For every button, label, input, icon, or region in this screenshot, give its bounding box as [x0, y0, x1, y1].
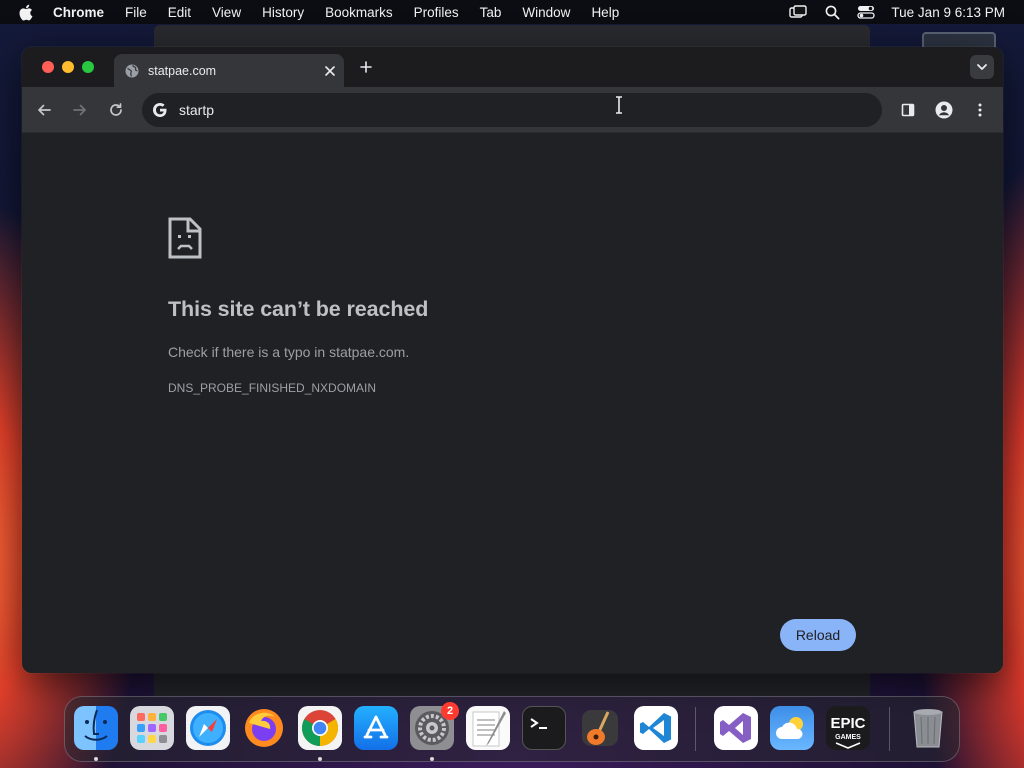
sad-page-icon: [168, 217, 202, 259]
chrome-running-dot: [318, 757, 322, 761]
finder-running-dot: [94, 757, 98, 761]
control-center-icon[interactable]: [855, 0, 877, 24]
tab-strip: statpae.com: [22, 47, 1003, 87]
menu-bar: Chrome File Edit View History Bookmarks …: [0, 0, 1024, 24]
terminal-icon[interactable]: [522, 706, 566, 750]
vscode-icon[interactable]: [634, 706, 678, 750]
tab-search-chevron-icon[interactable]: [970, 55, 994, 79]
launchpad-icon[interactable]: [130, 706, 174, 750]
menu-file[interactable]: File: [125, 5, 147, 20]
menu-history[interactable]: History: [262, 5, 304, 20]
settings-running-dot: [430, 757, 434, 761]
menu-profiles[interactable]: Profiles: [414, 5, 459, 20]
reload-button[interactable]: Reload: [780, 619, 856, 651]
page-content: This site can’t be reached Check if ther…: [22, 133, 1003, 673]
menu-bookmarks[interactable]: Bookmarks: [325, 5, 393, 20]
error-message: Check if there is a typo in statpae.com.: [168, 344, 410, 360]
menu-help[interactable]: Help: [591, 5, 619, 20]
menu-app-name[interactable]: Chrome: [53, 5, 104, 20]
epic-label-line1: EPIC: [830, 715, 865, 732]
google-g-icon: [151, 101, 169, 119]
dock-separator: [695, 707, 696, 751]
text-cursor-icon: [616, 96, 622, 114]
browser-toolbar: startp: [22, 87, 1003, 133]
background-window-bottom: [154, 672, 870, 696]
visual-studio-icon[interactable]: [714, 706, 758, 750]
profile-avatar-icon[interactable]: [934, 100, 954, 120]
safari-icon[interactable]: [186, 706, 230, 750]
chrome-window: statpae.com startp This site can’t be re…: [22, 47, 1003, 673]
settings-notification-badge: 2: [441, 702, 459, 720]
side-panel-icon[interactable]: [898, 100, 918, 120]
tab-title: statpae.com: [148, 63, 217, 78]
trash-icon[interactable]: [906, 706, 950, 750]
globe-icon: [124, 63, 140, 79]
forward-arrow-icon[interactable]: [70, 100, 90, 120]
address-bar-input[interactable]: startp: [179, 102, 214, 118]
menu-window[interactable]: Window: [522, 5, 570, 20]
background-window-top: [154, 25, 870, 49]
dock-separator-trash: [889, 707, 890, 751]
new-tab-plus-icon[interactable]: [356, 57, 376, 77]
error-code: DNS_PROBE_FINISHED_NXDOMAIN: [168, 381, 377, 395]
app-store-icon[interactable]: [354, 706, 398, 750]
weather-icon[interactable]: [770, 706, 814, 750]
finder-icon[interactable]: [74, 706, 118, 750]
chrome-icon[interactable]: [298, 706, 342, 750]
screen-mirroring-icon[interactable]: [787, 0, 809, 24]
apple-menu-icon[interactable]: [18, 0, 36, 24]
dock: 2 EPIC GAMES: [64, 696, 960, 762]
menubar-clock[interactable]: Tue Jan 9 6:13 PM: [891, 5, 1005, 20]
address-bar[interactable]: startp: [142, 93, 882, 127]
back-arrow-icon[interactable]: [34, 100, 54, 120]
menu-tab[interactable]: Tab: [480, 5, 502, 20]
firefox-icon[interactable]: [242, 706, 286, 750]
textedit-icon[interactable]: [466, 706, 510, 750]
menu-edit[interactable]: Edit: [168, 5, 191, 20]
epic-games-icon[interactable]: EPIC GAMES: [826, 706, 870, 750]
reload-icon[interactable]: [106, 100, 126, 120]
menu-view[interactable]: View: [212, 5, 241, 20]
window-minimize-button[interactable]: [62, 61, 74, 73]
tab-active[interactable]: statpae.com: [114, 54, 344, 87]
window-zoom-button[interactable]: [82, 61, 94, 73]
garageband-icon[interactable]: [578, 706, 622, 750]
window-close-button[interactable]: [42, 61, 54, 73]
spotlight-search-icon[interactable]: [821, 0, 843, 24]
more-menu-icon[interactable]: [970, 100, 990, 120]
error-title: This site can’t be reached: [168, 297, 429, 321]
tab-close-icon[interactable]: [321, 62, 339, 80]
epic-label-line2: GAMES: [835, 734, 861, 741]
